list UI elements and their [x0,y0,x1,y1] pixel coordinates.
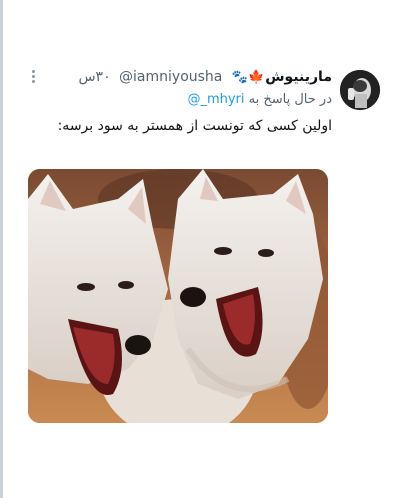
tweet-header: مارینیوش🍁🐾 @iamniyousha ۳۰س [24,68,332,87]
tweet-text: اولین کسی که تونست از همستر به سود برسه: [57,118,332,134]
laughing-wolves-image [28,169,328,423]
timestamp[interactable]: ۳۰س [78,69,110,85]
user-handle[interactable]: @iamniyousha [119,69,222,85]
tweet-media[interactable] [28,169,328,423]
reply-mention-link[interactable]: @_mhyri [187,92,244,107]
reply-prefix: در حال پاسخ به [248,92,332,107]
avatar-image [340,70,380,110]
more-options-icon[interactable] [28,70,38,86]
reply-context: در حال پاسخ به @_mhyri [24,92,332,107]
display-name[interactable]: مارینیوش [265,69,332,85]
name-emoji: 🍁🐾 [231,70,265,85]
avatar[interactable] [340,70,380,110]
tweet[interactable]: مارینیوش🍁🐾 @iamniyousha ۳۰س در حال پاسخ … [0,0,400,498]
